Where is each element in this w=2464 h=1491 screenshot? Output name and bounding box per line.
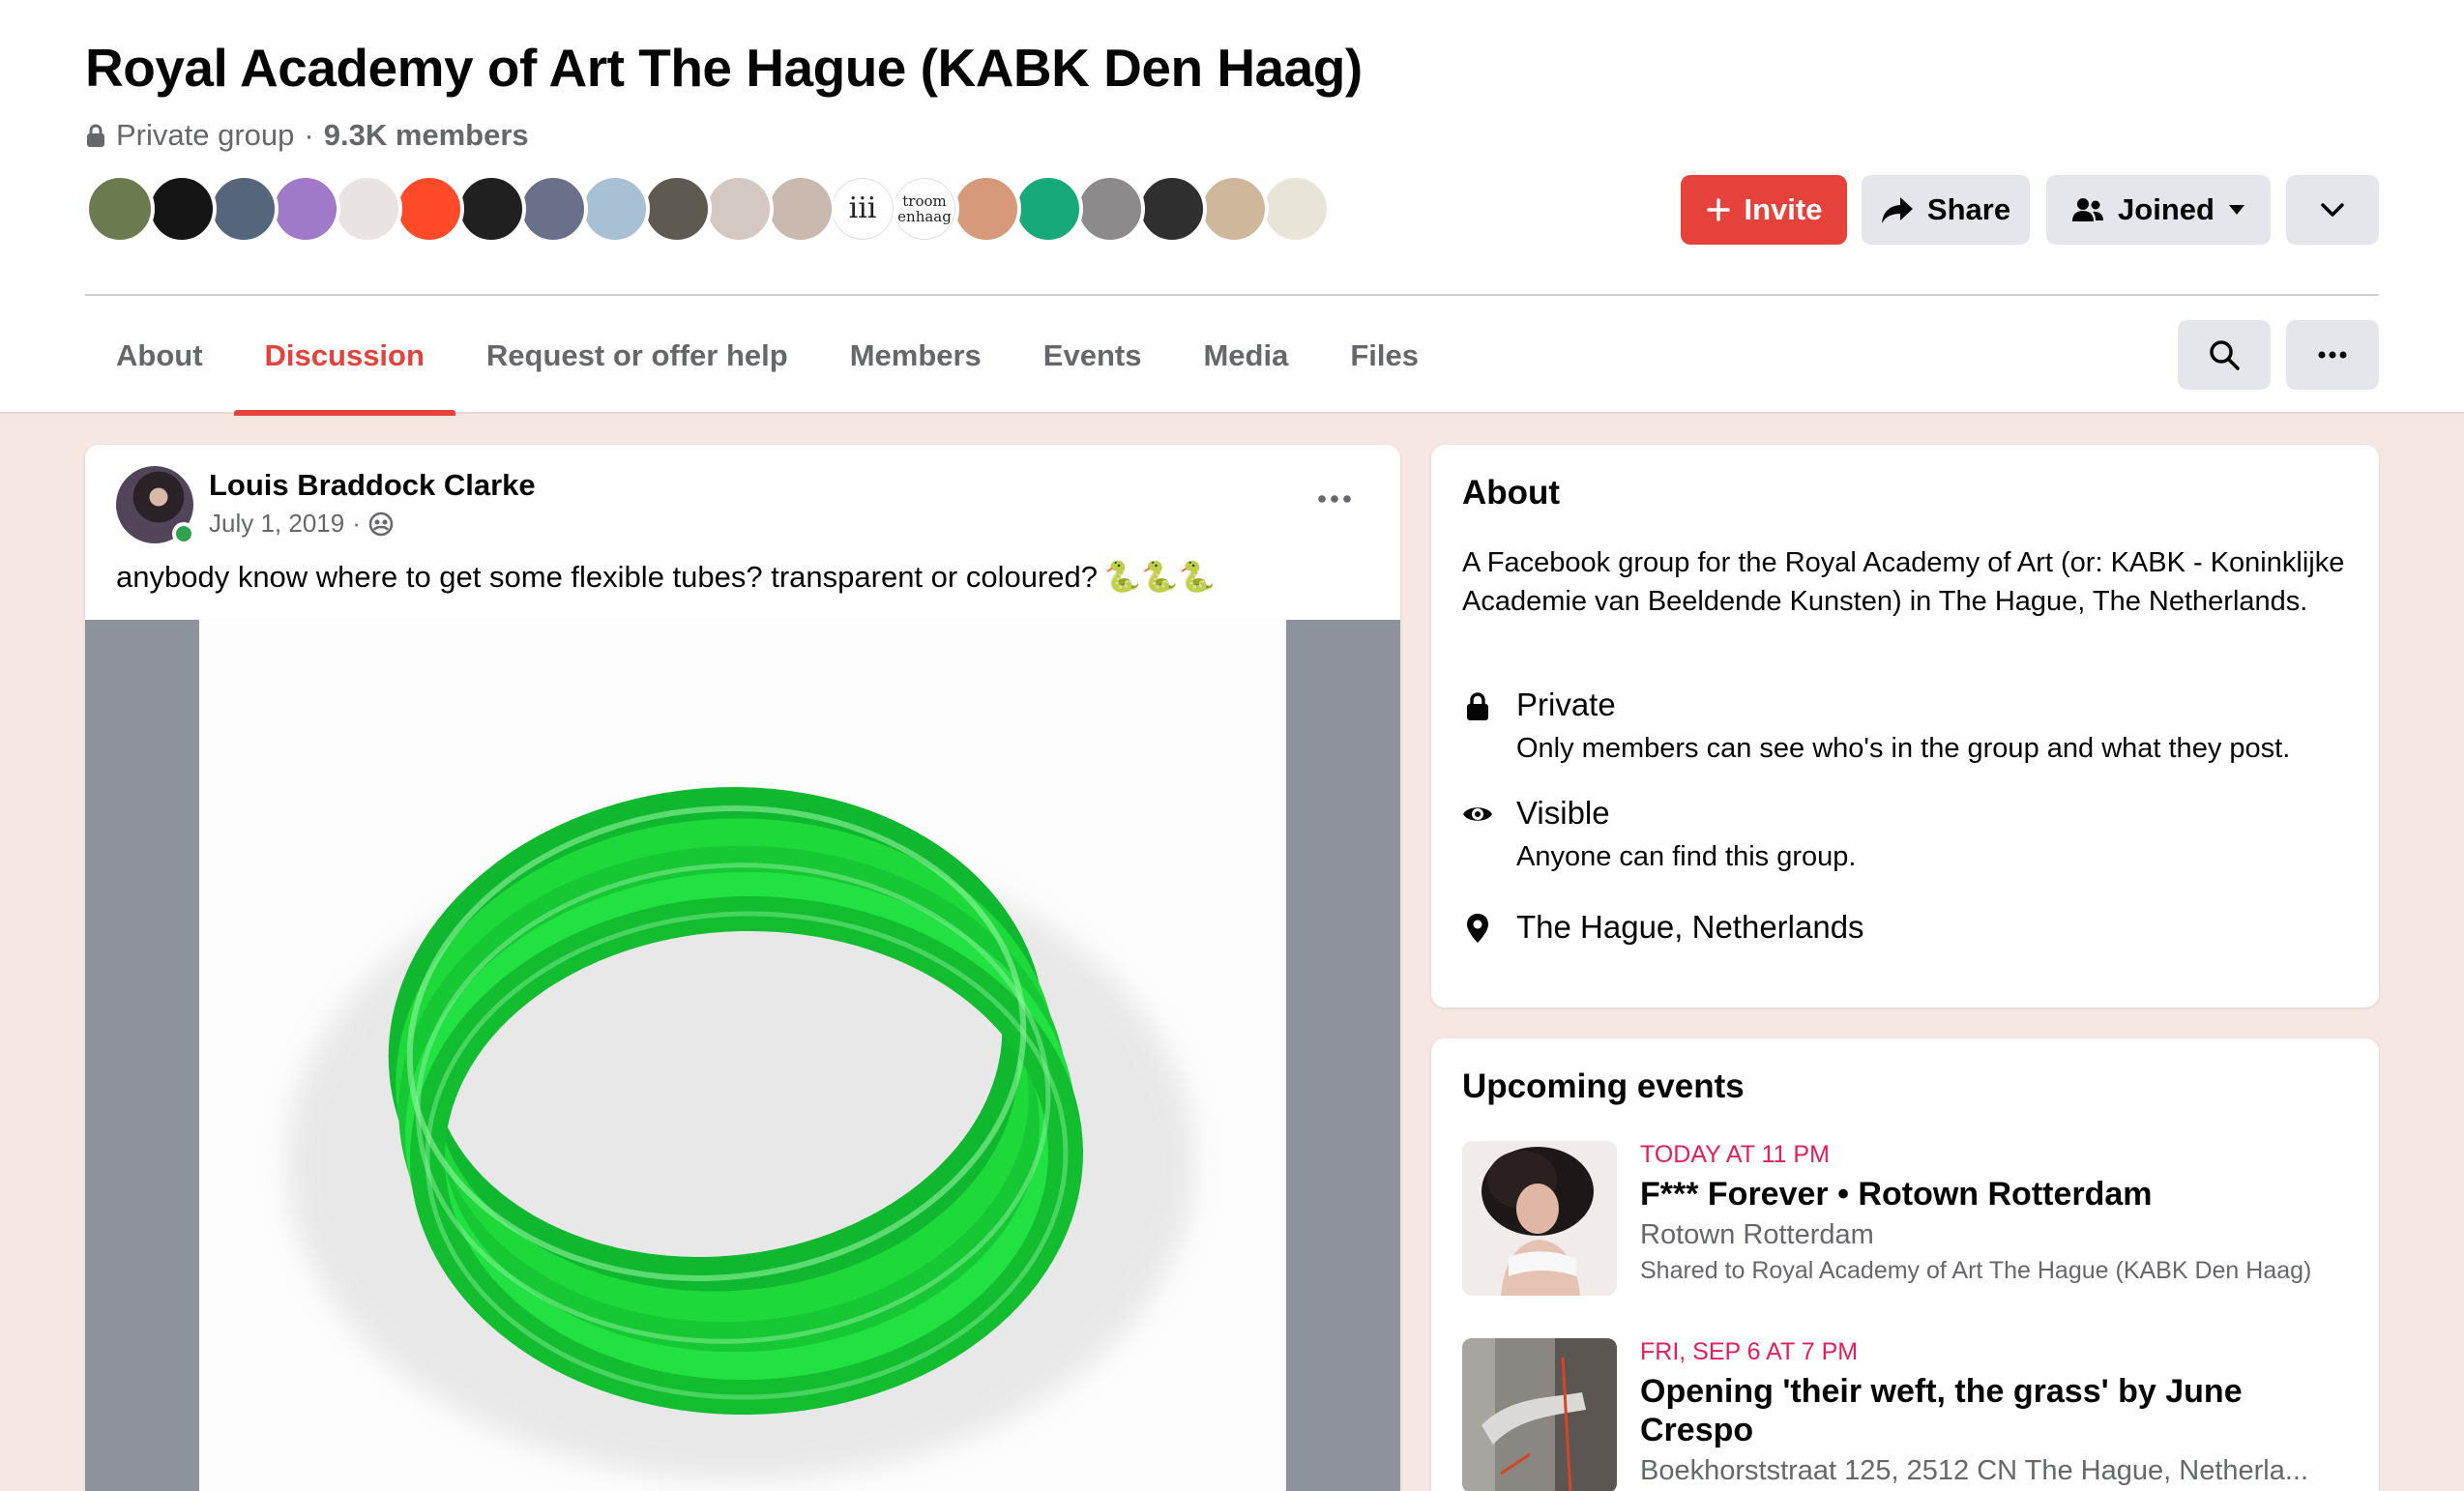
post-image-canvas bbox=[199, 620, 1286, 1491]
share-button[interactable]: Share bbox=[1862, 175, 2030, 245]
people-icon bbox=[2072, 198, 2104, 221]
tab-about[interactable]: About bbox=[85, 319, 234, 414]
member-avatar[interactable] bbox=[85, 174, 155, 244]
tab-members[interactable]: Members bbox=[819, 319, 1012, 414]
event-title[interactable]: F*** Forever • Rotown Rotterdam bbox=[1640, 1175, 2356, 1213]
event-location: Boekhorststraat 125, 2512 CN The Hague, … bbox=[1640, 1455, 2309, 1486]
post-date-separator: · bbox=[352, 509, 361, 538]
member-count[interactable]: 9.3K members bbox=[324, 118, 529, 153]
about-card: About A Facebook group for the Royal Aca… bbox=[1431, 445, 2379, 1008]
member-avatars: iii troom enhaag bbox=[85, 174, 1331, 244]
member-avatar[interactable] bbox=[704, 174, 774, 244]
event-thumbnail[interactable] bbox=[1462, 1141, 1617, 1296]
member-avatar[interactable] bbox=[333, 174, 402, 244]
event-shared-to: Shared to Royal Academy of Art The Hague… bbox=[1640, 1257, 2312, 1284]
location-pin-icon bbox=[1467, 914, 1488, 943]
event-info: FRI, SEP 6 AT 7 PM Opening 'their weft, … bbox=[1640, 1338, 2356, 1487]
post-date[interactable]: July 1, 2019 bbox=[209, 509, 344, 539]
group-audience-icon bbox=[368, 512, 394, 536]
group-meta: Private group · 9.3K members bbox=[85, 118, 529, 153]
group-title: Royal Academy of Art The Hague (KABK Den… bbox=[85, 38, 1363, 98]
ellipsis-icon bbox=[2318, 351, 2347, 359]
event-title[interactable]: Opening 'their weft, the grass' by June … bbox=[1640, 1372, 2356, 1449]
event-thumbnail[interactable] bbox=[1462, 1338, 1617, 1491]
member-avatar[interactable] bbox=[1075, 174, 1145, 244]
member-avatar[interactable] bbox=[518, 174, 588, 244]
tab-request-or-offer-help[interactable]: Request or offer help bbox=[455, 319, 819, 414]
post-options-button[interactable] bbox=[1307, 480, 1362, 518]
member-avatar[interactable] bbox=[766, 174, 836, 244]
event-photo bbox=[1462, 1338, 1617, 1491]
lock-icon bbox=[87, 124, 104, 147]
header-divider bbox=[85, 294, 2379, 296]
share-icon bbox=[1881, 197, 1913, 223]
about-location-row: The Hague, Netherlands bbox=[1462, 909, 1864, 946]
post-text: anybody know where to get some flexible … bbox=[116, 559, 1216, 595]
member-avatar[interactable] bbox=[456, 174, 526, 244]
online-status-dot bbox=[172, 522, 195, 545]
group-search-button[interactable] bbox=[2178, 320, 2271, 390]
snake-emoji: 🐍🐍🐍 bbox=[1103, 560, 1216, 594]
member-avatar[interactable] bbox=[395, 174, 464, 244]
visible-title: Visible bbox=[1516, 795, 1610, 831]
group-options-button[interactable] bbox=[2286, 320, 2379, 390]
post-card: Louis Braddock Clarke July 1, 2019 · any… bbox=[85, 445, 1400, 1491]
visible-description: Anyone can find this group. bbox=[1516, 841, 1857, 872]
member-avatar[interactable] bbox=[952, 174, 1021, 244]
tab-discussion[interactable]: Discussion bbox=[233, 319, 456, 416]
caret-down-icon bbox=[2228, 205, 2244, 215]
group-tabs: About Discussion Request or offer help M… bbox=[85, 319, 1450, 416]
member-avatar[interactable] bbox=[580, 174, 650, 244]
event-info: TODAY AT 11 PM F*** Forever • Rotown Rot… bbox=[1640, 1141, 2356, 1286]
member-avatar[interactable] bbox=[1261, 174, 1331, 244]
member-avatar[interactable] bbox=[209, 174, 279, 244]
tab-events[interactable]: Events bbox=[1012, 319, 1173, 414]
private-description: Only members can see who's in the group … bbox=[1516, 733, 2291, 764]
member-avatar[interactable] bbox=[1199, 174, 1269, 244]
event-location: Rotown Rotterdam bbox=[1640, 1219, 1874, 1250]
green-tube-image bbox=[286, 787, 1195, 1480]
event-photo bbox=[1462, 1141, 1617, 1296]
search-icon bbox=[2210, 340, 2240, 370]
member-avatar[interactable] bbox=[147, 174, 217, 244]
member-avatar[interactable]: iii bbox=[828, 174, 897, 244]
event-date: TODAY AT 11 PM bbox=[1640, 1141, 1830, 1168]
tab-media[interactable]: Media bbox=[1172, 319, 1319, 414]
eye-icon bbox=[1463, 807, 1492, 821]
member-avatar[interactable] bbox=[1137, 174, 1207, 244]
joined-label: Joined bbox=[2118, 192, 2215, 226]
post-body: anybody know where to get some flexible … bbox=[116, 559, 1098, 594]
header-more-button[interactable] bbox=[2286, 175, 2379, 245]
ellipsis-icon bbox=[1318, 495, 1351, 503]
post-timestamp: July 1, 2019 · bbox=[209, 509, 394, 539]
location-text[interactable]: The Hague, Netherlands bbox=[1516, 909, 1864, 946]
share-label: Share bbox=[1926, 192, 2011, 226]
member-avatar[interactable] bbox=[271, 174, 340, 244]
upcoming-events-card: Upcoming events TODAY AT 11 PM F*** Fore… bbox=[1431, 1038, 2379, 1491]
about-title: About bbox=[1462, 474, 1561, 512]
privacy-label: Private group bbox=[116, 118, 295, 152]
post-image[interactable] bbox=[85, 620, 1400, 1491]
about-description: A Facebook group for the Royal Academy o… bbox=[1462, 547, 2345, 617]
group-header: Royal Academy of Art The Hague (KABK Den… bbox=[0, 0, 2464, 416]
tab-files[interactable]: Files bbox=[1319, 319, 1450, 414]
lock-icon bbox=[1467, 692, 1488, 720]
about-private-row: Private Only members can see who's in th… bbox=[1462, 687, 2290, 765]
meta-separator: · bbox=[304, 118, 314, 152]
member-avatar[interactable] bbox=[1013, 174, 1083, 244]
invite-label: Invite bbox=[1744, 192, 1823, 226]
about-visible-row: Visible Anyone can find this group. bbox=[1462, 795, 1856, 873]
member-avatar[interactable] bbox=[642, 174, 712, 244]
private-title: Private bbox=[1516, 687, 1616, 722]
post-author[interactable]: Louis Braddock Clarke bbox=[209, 468, 536, 503]
joined-button[interactable]: Joined bbox=[2046, 175, 2271, 245]
member-avatar[interactable]: troom enhaag bbox=[890, 174, 959, 244]
events-title: Upcoming events bbox=[1462, 1067, 1745, 1105]
invite-button[interactable]: Invite bbox=[1681, 175, 1847, 245]
plus-icon bbox=[1706, 198, 1730, 221]
event-date: FRI, SEP 6 AT 7 PM bbox=[1640, 1338, 1859, 1365]
chevron-down-icon bbox=[2321, 203, 2344, 217]
